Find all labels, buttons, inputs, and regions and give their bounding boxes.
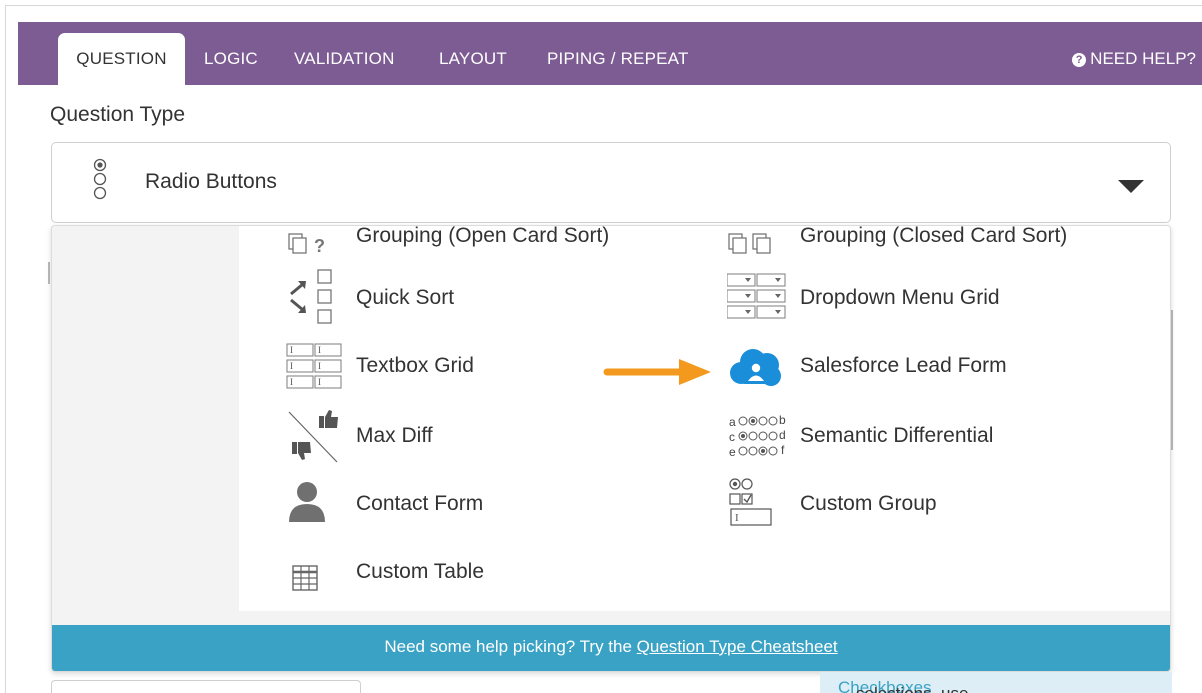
svg-text:b: b bbox=[779, 413, 786, 427]
option-salesforce-lead-form[interactable]: Salesforce Lead Form bbox=[727, 338, 1147, 396]
tab-logic[interactable]: LOGIC bbox=[204, 49, 258, 69]
tab-bar: QUESTION LOGIC VALIDATION LAYOUT PIPING … bbox=[18, 22, 1202, 85]
svg-text:I: I bbox=[290, 377, 293, 387]
contact-person-icon bbox=[289, 482, 325, 522]
svg-text:?: ? bbox=[314, 236, 325, 256]
option-contact-form[interactable]: Contact Form bbox=[283, 476, 643, 534]
option-grouping-open-card-sort[interactable]: ? Grouping (Open Card Sort) bbox=[283, 226, 643, 260]
table-grid-icon bbox=[292, 565, 318, 591]
tab-piping-repeat[interactable]: PIPING / REPEAT bbox=[547, 49, 689, 69]
option-semantic-differential[interactable]: ab cd ef Semantic Differential bbox=[727, 408, 1147, 466]
quick-sort-icon bbox=[290, 269, 332, 324]
custom-group-icon: I bbox=[729, 478, 772, 526]
tab-question[interactable]: QUESTION bbox=[58, 33, 185, 85]
svg-text:I: I bbox=[318, 345, 321, 355]
option-quick-sort[interactable]: Quick Sort bbox=[283, 268, 643, 326]
background-edge bbox=[1171, 310, 1173, 450]
svg-text:I: I bbox=[318, 361, 321, 371]
option-max-diff[interactable]: Max Diff bbox=[283, 408, 643, 466]
closed-card-sort-icon bbox=[728, 233, 771, 254]
question-type-dropdown: ? Grouping (Open Card Sort) Grouping (Cl… bbox=[51, 225, 1171, 672]
question-type-cheatsheet-link[interactable]: Question Type Cheatsheet bbox=[637, 637, 838, 656]
option-dropdown-menu-grid[interactable]: Dropdown Menu Grid bbox=[727, 268, 1147, 326]
option-custom-group[interactable]: I Custom Group bbox=[727, 476, 1147, 534]
svg-text:f: f bbox=[781, 443, 785, 457]
max-diff-icon bbox=[288, 410, 338, 463]
option-textbox-grid[interactable]: II II II Textbox Grid bbox=[283, 338, 643, 396]
textbox-grid-icon: II II II bbox=[286, 343, 342, 389]
cheatsheet-help-bar: Need some help picking? Try the Question… bbox=[52, 625, 1170, 671]
chevron-down-icon bbox=[1118, 180, 1144, 193]
background-field bbox=[51, 680, 361, 693]
question-type-select[interactable]: Radio Buttons bbox=[51, 142, 1171, 223]
help-circle-icon: ? bbox=[1072, 53, 1087, 67]
svg-text:a: a bbox=[729, 415, 736, 429]
tab-validation[interactable]: VALIDATION bbox=[294, 49, 395, 69]
open-card-sort-icon: ? bbox=[288, 233, 325, 256]
need-help-link[interactable]: ? NEED HELP? bbox=[1072, 49, 1196, 69]
annotation-arrow-icon bbox=[603, 359, 711, 385]
background-edge bbox=[48, 262, 50, 284]
semantic-differential-icon: a b c d e f bbox=[729, 413, 786, 459]
svg-text:I: I bbox=[735, 512, 739, 524]
svg-text:d: d bbox=[779, 428, 786, 442]
selected-question-type: Radio Buttons bbox=[145, 170, 277, 193]
svg-text:e: e bbox=[729, 445, 736, 459]
dropdown-options-panel: ? Grouping (Open Card Sort) Grouping (Cl… bbox=[239, 226, 1170, 611]
radio-buttons-icon bbox=[93, 158, 107, 200]
svg-text:I: I bbox=[290, 361, 293, 371]
option-grouping-closed-card-sort[interactable]: Grouping (Closed Card Sort) bbox=[727, 226, 1147, 260]
background-tip-box: selections, use Checkboxes bbox=[820, 672, 1172, 693]
svg-text:c: c bbox=[729, 430, 735, 444]
salesforce-cloud-icon bbox=[730, 349, 781, 386]
tab-layout[interactable]: LAYOUT bbox=[439, 49, 507, 69]
dropdown-grid-icon bbox=[727, 273, 786, 319]
svg-text:I: I bbox=[318, 377, 321, 387]
svg-text:I: I bbox=[290, 345, 293, 355]
question-type-label: Question Type bbox=[50, 103, 186, 126]
option-custom-table[interactable]: Custom Table bbox=[283, 544, 643, 602]
